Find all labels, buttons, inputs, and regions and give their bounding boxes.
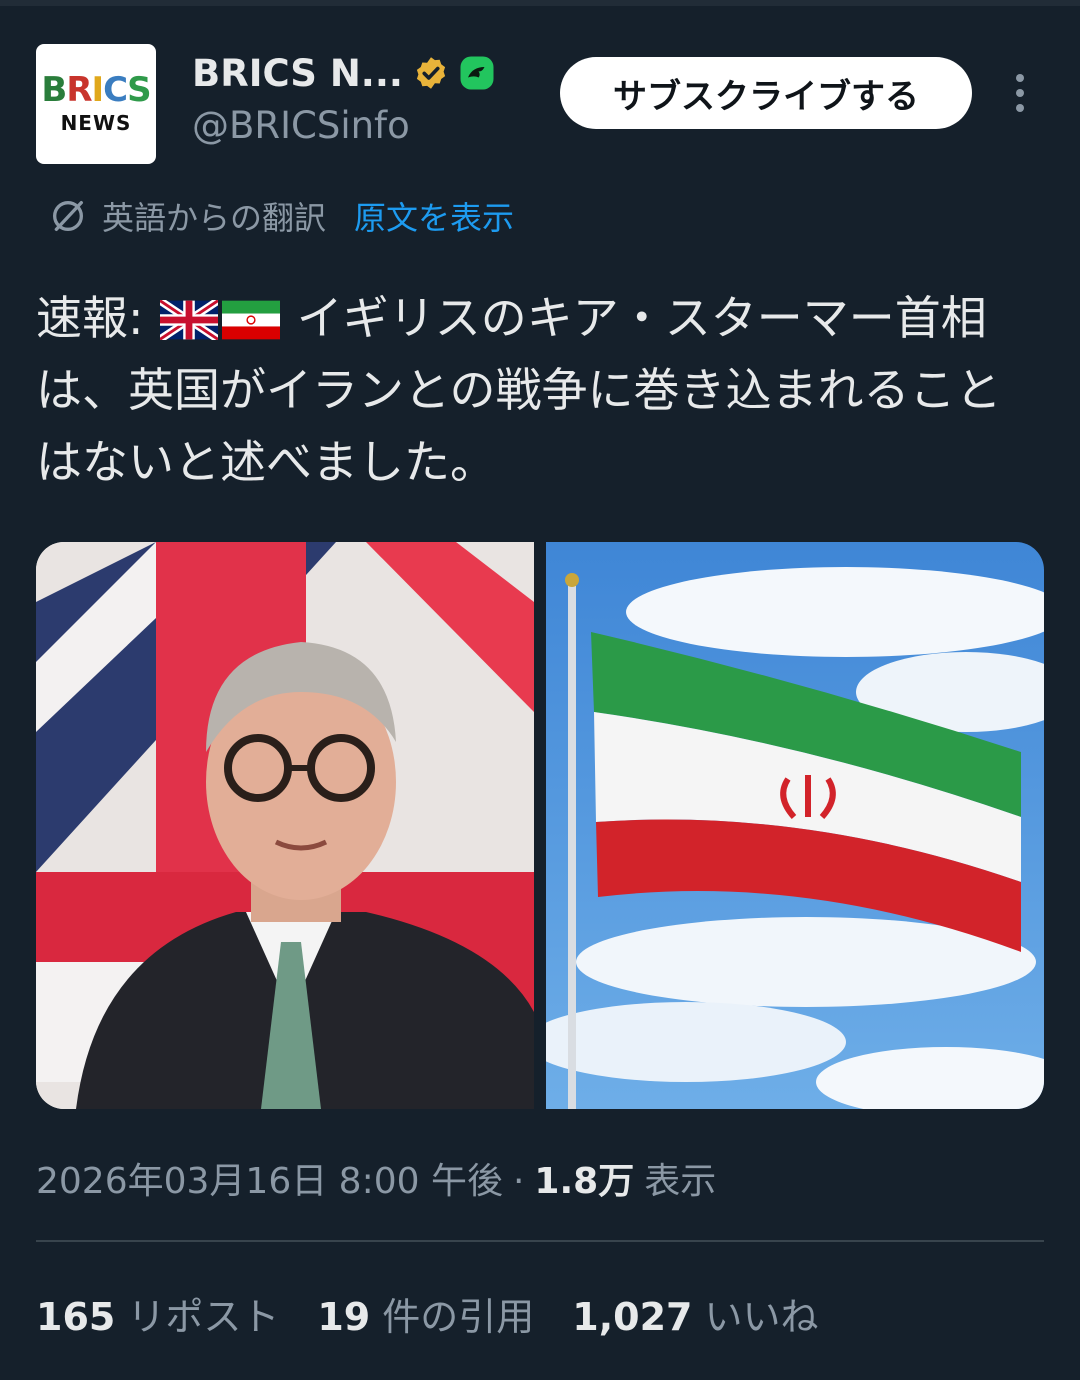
views-count: 1.8万 — [534, 1161, 635, 1202]
handle[interactable]: @BRICSinfo — [192, 104, 410, 147]
iran-flag-icon — [222, 300, 281, 340]
views-label: 表示 — [644, 1161, 717, 1202]
translation-row: 英語からの翻訳 原文を表示 — [48, 194, 514, 238]
display-name[interactable]: BRICS N... — [192, 52, 403, 95]
tweet-meta: 2026年03月16日 8:00 午後 · 1.8万 表示 — [36, 1152, 716, 1204]
repost-label: リポスト — [127, 1295, 280, 1339]
translate-icon — [53, 201, 84, 231]
iran-flag-photo[interactable] — [546, 542, 1044, 1109]
show-original-link[interactable]: 原文を表示 — [354, 193, 514, 239]
engagement-stats: 165 リポスト 19 件の引用 1,027 いいね — [36, 1286, 818, 1341]
avatar-news-label: NEWS — [60, 111, 132, 135]
starmer-photo[interactable] — [36, 542, 534, 1109]
tweet-prefix: 速報: — [36, 291, 144, 345]
quote-stat[interactable]: 19 件の引用 — [317, 1286, 534, 1341]
affiliate-badge-icon[interactable] — [459, 55, 495, 91]
quote-label: 件の引用 — [382, 1295, 535, 1339]
translation-label: 英語からの翻訳 — [102, 199, 327, 237]
repost-stat[interactable]: 165 リポスト — [36, 1286, 279, 1341]
stats-divider — [36, 1240, 1044, 1242]
avatar-brics-logo: BRICS — [41, 70, 151, 110]
avatar[interactable]: BRICS NEWS — [36, 44, 156, 164]
like-label: いいね — [704, 1295, 819, 1339]
timestamp[interactable]: 2026年03月16日 8:00 午後 — [36, 1152, 503, 1204]
repost-count: 165 — [36, 1295, 116, 1339]
like-stat[interactable]: 1,027 いいね — [572, 1286, 818, 1341]
quote-count: 19 — [317, 1295, 371, 1339]
uk-flag-icon — [160, 300, 219, 340]
more-vertical-icon[interactable] — [1004, 70, 1036, 116]
media-grid — [36, 542, 1044, 1109]
tweet-text: 速報: イギリスのキア・スターマー首相は、英国がイランとの戦争に巻き込まれること… — [36, 282, 1036, 498]
meta-separator: · — [512, 1161, 525, 1202]
subscribe-button[interactable]: サブスクライブする — [560, 57, 972, 129]
top-divider — [0, 0, 1080, 6]
like-count: 1,027 — [572, 1295, 693, 1339]
verified-badge-icon[interactable] — [413, 55, 449, 91]
name-row: BRICS N... — [192, 50, 495, 96]
